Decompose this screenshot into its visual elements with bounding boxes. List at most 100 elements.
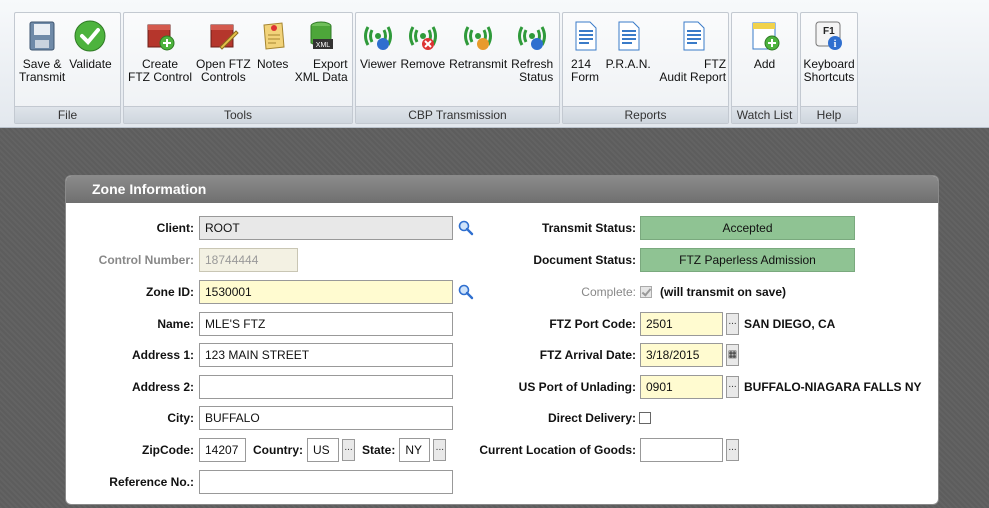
complete-note: (will transmit on save) bbox=[660, 285, 787, 299]
country-lookup-button[interactable]: ... bbox=[342, 439, 355, 461]
zone-id-label: Zone ID: bbox=[146, 285, 194, 299]
document-icon bbox=[618, 21, 640, 51]
reference-label: Reference No.: bbox=[109, 475, 194, 489]
control-number-row: Control Number: bbox=[66, 248, 298, 272]
city-row: City: bbox=[66, 406, 453, 430]
svg-text:i: i bbox=[834, 39, 837, 50]
arrival-date-field[interactable] bbox=[640, 343, 723, 367]
control-number-field bbox=[199, 248, 298, 272]
unlading-field[interactable] bbox=[640, 375, 723, 399]
viewer-button[interactable]: Viewer bbox=[358, 17, 398, 107]
complete-label: Complete: bbox=[581, 285, 636, 299]
checkmark-icon bbox=[74, 20, 106, 52]
reference-row: Reference No.: bbox=[66, 470, 453, 494]
f1-info-icon: F1 i bbox=[815, 21, 842, 50]
document-status-label: Document Status: bbox=[533, 253, 636, 267]
keyboard-shortcuts-button[interactable]: F1 i Keyboard Shortcuts bbox=[803, 17, 855, 107]
group-file: Save & Transmit Validate File bbox=[14, 12, 121, 124]
name-row: Name: bbox=[66, 312, 453, 336]
create-control-icon bbox=[147, 24, 175, 51]
antenna-refresh-icon bbox=[518, 26, 547, 50]
group-label-tools: Tools bbox=[124, 106, 352, 123]
country-field[interactable] bbox=[307, 438, 339, 462]
address1-label: Address 1: bbox=[131, 348, 194, 362]
antenna-viewer-icon bbox=[364, 26, 393, 50]
state-field[interactable] bbox=[399, 438, 431, 462]
address2-row: Address 2: bbox=[66, 375, 453, 399]
zip-country-state-row: ZipCode: Country: ... State: ... bbox=[66, 438, 447, 462]
city-field[interactable] bbox=[199, 406, 453, 430]
client-label: Client: bbox=[156, 221, 194, 235]
ribbon-toolbar: Save & Transmit Validate File Create FTZ… bbox=[0, 0, 989, 128]
group-label-help: Help bbox=[801, 106, 857, 123]
client-field[interactable] bbox=[199, 216, 453, 240]
address1-field[interactable] bbox=[199, 343, 453, 367]
unlading-lookup-button[interactable]: ... bbox=[726, 376, 739, 398]
notes-icon bbox=[263, 22, 285, 50]
calendar-icon[interactable]: ▦ bbox=[726, 344, 739, 366]
panel-title: Zone Information bbox=[66, 176, 938, 203]
location-field[interactable] bbox=[640, 438, 723, 462]
group-label-cbp-transmission: CBP Transmission bbox=[356, 106, 559, 123]
group-help: F1 i Keyboard Shortcuts Help bbox=[800, 12, 858, 124]
save-transmit-button[interactable]: Save & Transmit bbox=[17, 17, 67, 107]
direct-delivery-checkbox[interactable] bbox=[639, 412, 651, 424]
zipcode-field[interactable] bbox=[199, 438, 246, 462]
transmit-status-label: Transmit Status: bbox=[541, 221, 636, 235]
floppy-disk-icon bbox=[29, 21, 55, 51]
port-code-label: FTZ Port Code: bbox=[549, 317, 636, 331]
location-label: Current Location of Goods: bbox=[479, 443, 636, 457]
location-row: Current Location of Goods: ... bbox=[456, 438, 739, 462]
refresh-status-button[interactable]: Refresh Status bbox=[509, 17, 555, 107]
group-watch-list: Add Watch List bbox=[731, 12, 798, 124]
direct-delivery-label: Direct Delivery: bbox=[547, 411, 636, 425]
zipcode-label: ZipCode: bbox=[142, 443, 194, 457]
port-code-field[interactable] bbox=[640, 312, 723, 336]
zone-id-row: Zone ID: bbox=[66, 280, 474, 304]
form-214-button[interactable]: 214 Form bbox=[565, 17, 605, 107]
antenna-retransmit-icon bbox=[464, 26, 493, 50]
address2-label: Address 2: bbox=[131, 380, 194, 394]
open-controls-icon bbox=[210, 24, 240, 50]
unlading-label: US Port of Unlading: bbox=[518, 380, 636, 394]
notes-button[interactable]: Notes bbox=[253, 17, 293, 107]
arrival-date-label: FTZ Arrival Date: bbox=[539, 348, 636, 362]
state-label: State: bbox=[362, 443, 396, 457]
validate-button[interactable]: Validate bbox=[67, 17, 113, 107]
ftz-audit-report-button[interactable]: FTZ Audit Report bbox=[659, 17, 726, 107]
port-code-lookup-button[interactable]: ... bbox=[726, 313, 739, 335]
complete-checkbox bbox=[640, 286, 652, 298]
zone-id-field[interactable] bbox=[199, 280, 453, 304]
svg-text:F1: F1 bbox=[823, 26, 835, 37]
transmit-status-badge: Accepted bbox=[640, 216, 855, 240]
direct-delivery-row: Direct Delivery: bbox=[456, 406, 651, 430]
city-label: City: bbox=[167, 411, 194, 425]
watch-list-add-button[interactable]: Add bbox=[745, 17, 785, 107]
name-field[interactable] bbox=[199, 312, 453, 336]
country-label: Country: bbox=[253, 443, 303, 457]
remove-button[interactable]: Remove bbox=[398, 17, 447, 107]
pran-button[interactable]: P.R.A.N. bbox=[605, 17, 651, 107]
document-icon bbox=[575, 21, 597, 51]
unlading-description: BUFFALO-NIAGARA FALLS NY bbox=[744, 380, 922, 394]
open-ftz-controls-button[interactable]: Open FTZ Controls bbox=[194, 17, 253, 107]
document-icon bbox=[683, 21, 705, 51]
address2-field[interactable] bbox=[199, 375, 453, 399]
document-status-row: Document Status: FTZ Paperless Admission bbox=[456, 248, 855, 272]
location-lookup-button[interactable]: ... bbox=[726, 439, 739, 461]
port-code-row: FTZ Port Code: ... SAN DIEGO, CA bbox=[456, 312, 835, 336]
create-ftz-control-button[interactable]: Create FTZ Control bbox=[126, 17, 194, 107]
export-xml-button[interactable]: XML Export XML Data bbox=[293, 17, 350, 107]
group-cbp-transmission: Viewer Remove Retransmit Refresh Status … bbox=[355, 12, 560, 124]
retransmit-button[interactable]: Retransmit bbox=[447, 17, 509, 107]
unlading-row: US Port of Unlading: ... BUFFALO-NIAGARA… bbox=[456, 375, 922, 399]
complete-row: Complete: (will transmit on save) bbox=[456, 280, 786, 304]
reference-field[interactable] bbox=[199, 470, 453, 494]
group-tools: Create FTZ Control Open FTZ Controls Not… bbox=[123, 12, 353, 124]
svg-text:XML: XML bbox=[316, 42, 331, 49]
document-status-badge: FTZ Paperless Admission bbox=[640, 248, 855, 272]
group-label-watch-list: Watch List bbox=[732, 106, 797, 123]
zone-information-panel: Zone Information Client: Control Number:… bbox=[65, 175, 939, 505]
arrival-date-row: FTZ Arrival Date: ▦ bbox=[456, 343, 739, 367]
state-lookup-button[interactable]: ... bbox=[433, 439, 447, 461]
